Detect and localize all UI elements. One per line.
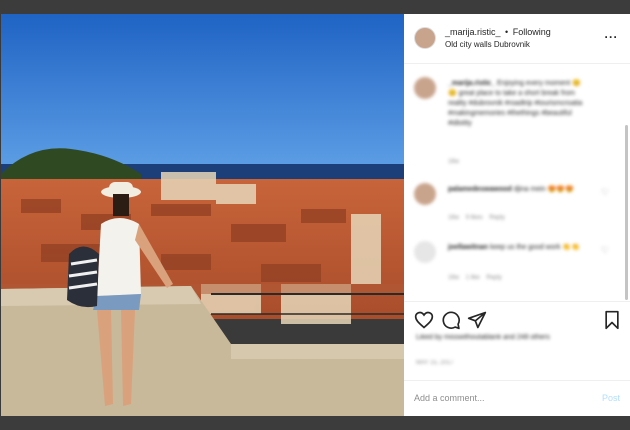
comment-likes[interactable]: 9 likes [466,215,483,221]
comment-username[interactable]: joellawitnan [448,244,488,251]
comment-time: 16w [448,159,460,165]
author-username[interactable]: _marija.ristic_ [445,27,501,37]
more-options-icon[interactable]: ··· [605,30,619,44]
heart-icon[interactable]: ♡ [601,187,610,197]
post-header: _marija.ristic_ • Following Old city wal… [404,14,630,64]
post-location[interactable]: Old city walls Dubrovnik [445,40,530,49]
likes-summary[interactable]: Liked by misswithoutablank and 248 other… [416,333,566,343]
comment-meta: 16w 9 likes Reply [448,215,505,221]
heart-icon[interactable] [414,310,434,330]
post-photo[interactable] [1,14,404,416]
bookmark-icon[interactable] [602,310,622,330]
reply-link[interactable]: Reply [486,275,501,281]
comment-meta: 16w [448,159,459,165]
comment-body: palamedeswawood djina mein 😍😍😍 [448,185,588,195]
comment-text: djina mein 😍😍😍 [513,186,574,193]
avatar[interactable] [414,77,436,99]
separator-dot: • [505,27,509,37]
follow-status-button[interactable]: Following [513,27,551,37]
avatar[interactable] [414,183,436,205]
comments-list: _marija.ristic_ Enjoying every moment 😊😊… [404,65,630,300]
comment-text: keep us the good work 👏👏 [490,244,580,251]
comment-time: 16w [448,275,460,281]
comment-body: joellawitnan keep us the good work 👏👏 [448,243,588,253]
heart-icon[interactable]: ♡ [601,245,610,255]
comment-meta: 16w 1 like Reply [448,275,502,281]
post-side-panel: _marija.ristic_ • Following Old city wal… [404,14,630,416]
comment-text: Enjoying every moment 😊😊 great place to … [448,80,583,127]
author-line: _marija.ristic_ • Following [445,27,551,37]
bottom-chrome-bar [0,416,630,430]
comment-likes[interactable]: 1 like [466,275,480,281]
comment-username[interactable]: palamedeswawood [448,186,512,193]
comments-scrollbar[interactable] [625,125,628,300]
comment-body: _marija.ristic_ Enjoying every moment 😊😊… [448,79,588,129]
comment-icon[interactable] [441,310,461,330]
post-date: MAY 15, 2017 [416,360,454,366]
reply-link[interactable]: Reply [489,215,504,221]
add-comment-bar: Post [404,380,630,416]
share-icon[interactable] [467,310,487,330]
post-actions [404,301,630,331]
avatar[interactable] [414,241,436,263]
comment-input[interactable] [414,390,584,406]
comment-username[interactable]: _marija.ristic_ [448,80,495,87]
post-comment-button[interactable]: Post [602,393,620,403]
author-avatar[interactable] [414,27,436,49]
dubrovnik-photo [1,14,404,416]
comment-time: 16w [448,215,460,221]
top-chrome-bar [0,0,630,14]
